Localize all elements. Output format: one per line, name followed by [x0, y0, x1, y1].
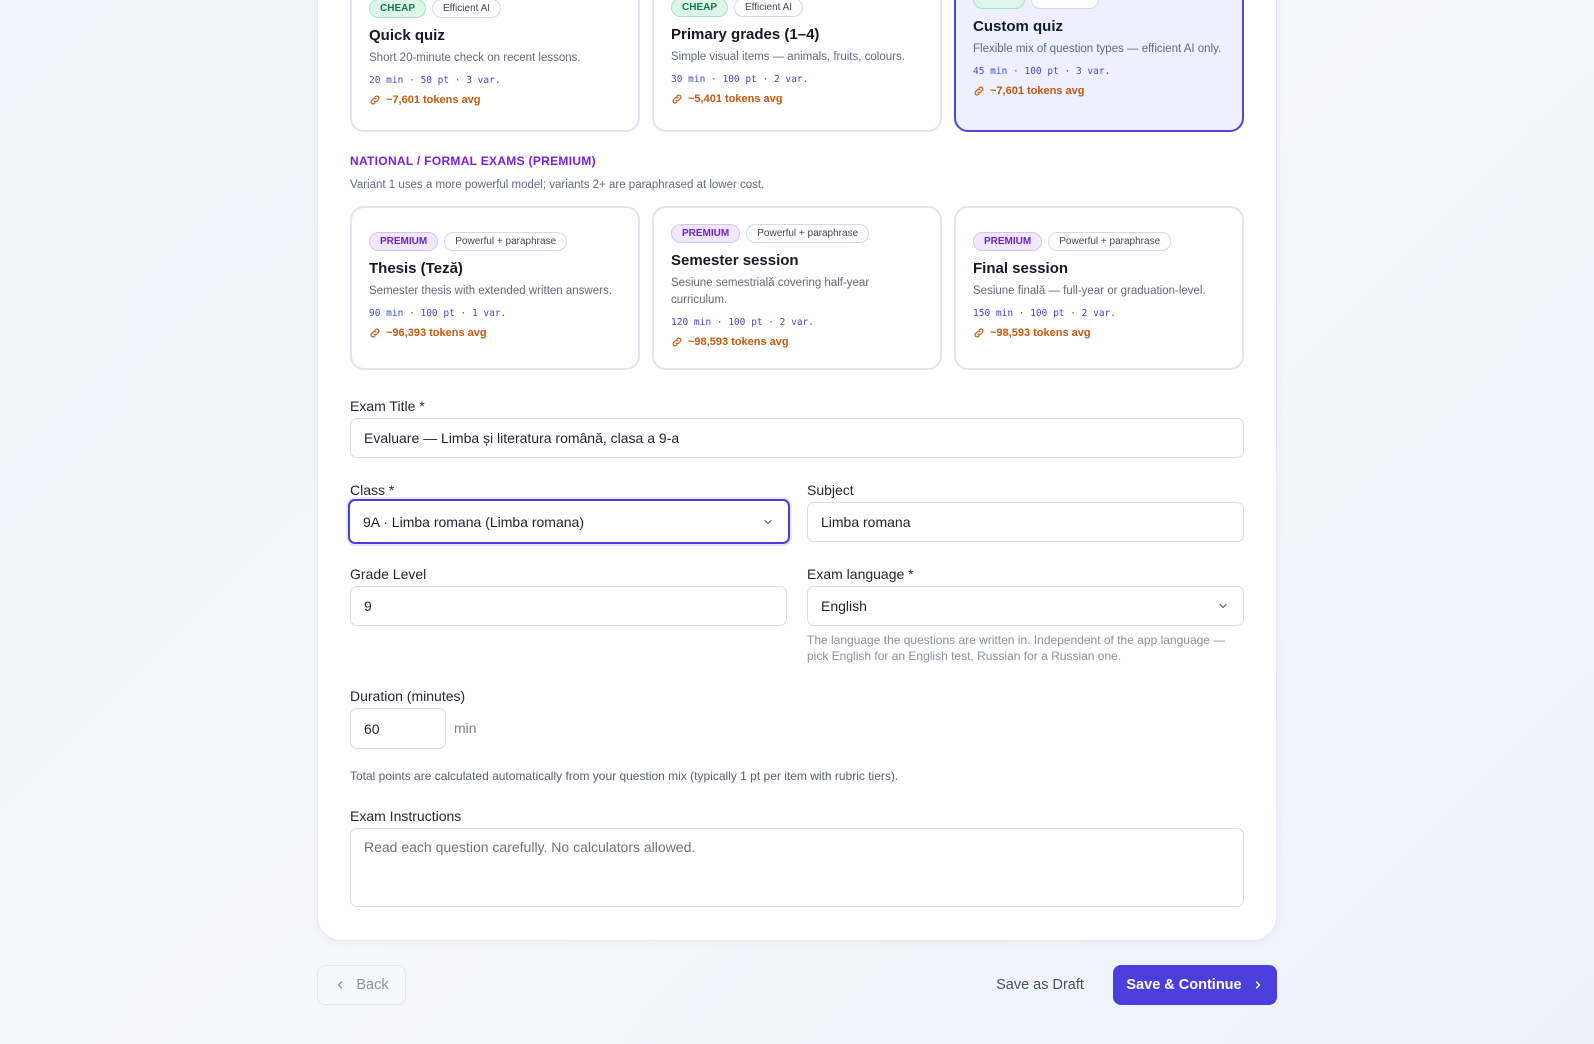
tile-description: Semester thesis with extended written an…: [369, 285, 612, 297]
tile-description: Flexible mix of question types — efficie…: [973, 43, 1222, 55]
premium-badge: PREMIUM: [369, 232, 439, 251]
tile-tokens: ~96,393 tokens avg: [369, 327, 621, 339]
template-tile-thesis[interactable]: PREMIUM Powerful + paraphrase Thesis (Te…: [350, 206, 640, 370]
tile-title: Final session: [973, 260, 1069, 277]
cheap-badge: CHEAP: [671, 0, 729, 17]
tokens-label: ~7,601 tokens avg: [386, 94, 481, 106]
tile-tokens: ~7,601 tokens avg: [973, 85, 1225, 97]
formal-exams-heading: NATIONAL / FORMAL EXAMS (PREMIUM): [350, 154, 596, 168]
tokens-label: ~7,601 tokens avg: [990, 85, 1085, 97]
exam-title-label: Exam Title *: [350, 398, 425, 414]
tile-title: Quick quiz: [369, 27, 445, 44]
save-and-continue-label: Save & Continue: [1126, 977, 1242, 993]
exam-language-hint: The language the questions are written i…: [807, 633, 1226, 663]
template-tile-primary-grades[interactable]: CHEAP Efficient AI Primary grades (1–4) …: [652, 0, 942, 132]
ai-mode-badge: Efficient AI: [432, 0, 502, 18]
link-icon: [672, 94, 682, 104]
tile-meta: 20 min · 50 pt · 3 var.: [369, 75, 501, 86]
tile-description: Simple visual items — animals, fruits, c…: [671, 51, 905, 63]
exam-setup-card: [317, 0, 1277, 941]
ai-mode-badge: Powerful + paraphrase: [746, 224, 870, 243]
exam-language-select[interactable]: English: [807, 586, 1244, 626]
class-select-value: 9A · Limba romana (Limba romana): [363, 513, 584, 530]
tile-meta: 30 min · 100 pt · 2 var.: [671, 74, 809, 85]
duration-label: Duration (minutes): [350, 688, 466, 704]
tile-title: Semester session: [671, 252, 799, 269]
link-icon: [370, 95, 380, 105]
exam-language-label: Exam language *: [807, 566, 914, 582]
tile-title: Custom quiz: [973, 18, 1063, 35]
save-as-draft-button[interactable]: Save as Draft: [985, 965, 1095, 1005]
tile-tokens: ~98,593 tokens avg: [973, 327, 1225, 339]
back-button-label: Back: [356, 977, 389, 993]
exam-language-value: English: [821, 598, 867, 614]
tile-badges-clipped: [973, 0, 1225, 9]
subject-label: Subject: [807, 482, 854, 498]
save-and-continue-button[interactable]: Save & Continue: [1113, 965, 1277, 1005]
link-icon: [974, 328, 984, 338]
cheap-badge: [973, 0, 1025, 9]
tile-meta: 90 min · 100 pt · 1 var.: [369, 308, 507, 319]
ai-mode-badge: Efficient AI: [734, 0, 804, 17]
tile-description: Sesiune semestrială covering half-year c…: [671, 277, 870, 306]
link-icon: [672, 337, 682, 347]
premium-badge: PREMIUM: [973, 232, 1043, 251]
tile-tokens: ~5,401 tokens avg: [671, 93, 923, 105]
tile-title: Primary grades (1–4): [671, 26, 820, 43]
class-select[interactable]: 9A · Limba romana (Limba romana): [348, 499, 790, 544]
chevron-right-icon: [1255, 981, 1260, 989]
ai-mode-badge: Powerful + paraphrase: [1048, 232, 1172, 251]
ai-mode-badge: [1031, 0, 1099, 9]
tokens-label: ~98,593 tokens avg: [990, 327, 1091, 339]
link-icon: [974, 86, 984, 96]
ai-mode-badge: Powerful + paraphrase: [444, 232, 568, 251]
tile-description: Sesiune finală — full-year or graduation…: [973, 285, 1206, 297]
template-tile-custom-quiz[interactable]: Custom quiz Flexible mix of question typ…: [954, 0, 1244, 132]
tile-tokens: ~7,601 tokens avg: [369, 94, 621, 106]
tokens-label: ~5,401 tokens avg: [688, 93, 783, 105]
tile-meta: 120 min · 100 pt · 2 var.: [671, 317, 814, 328]
duration-unit: min: [454, 720, 477, 736]
back-button[interactable]: Back: [317, 965, 406, 1005]
grade-level-label: Grade Level: [350, 566, 427, 582]
exam-title-input[interactable]: Evaluare — Limba și literatura română, c…: [350, 418, 1244, 458]
formal-exams-subtitle: Variant 1 uses a more powerful model; va…: [350, 179, 765, 191]
duration-input[interactable]: 60: [350, 708, 446, 749]
tile-description: Short 20-minute check on recent lessons.: [369, 52, 581, 64]
template-tile-final-session[interactable]: PREMIUM Powerful + paraphrase Final sess…: [954, 206, 1244, 370]
chevron-down-icon: [1219, 603, 1227, 609]
exam-instructions-label: Exam Instructions: [350, 808, 462, 824]
tile-meta: 150 min · 100 pt · 2 var.: [973, 308, 1116, 319]
chevron-left-icon: [338, 981, 343, 989]
chevron-down-icon: [764, 519, 772, 524]
tile-meta: 45 min · 100 pt · 3 var.: [973, 66, 1111, 77]
tile-tokens: ~98,593 tokens avg: [671, 336, 923, 348]
class-label: Class *: [350, 482, 395, 498]
subject-input[interactable]: Limba romana: [807, 502, 1244, 542]
tokens-label: ~96,393 tokens avg: [386, 327, 487, 339]
template-tile-quick-quiz[interactable]: CHEAP Efficient AI Quick quiz Short 20-m…: [350, 0, 640, 132]
exam-instructions-textarea[interactable]: Read each question carefully. No calcula…: [350, 828, 1244, 907]
grade-level-input[interactable]: 9: [350, 586, 787, 626]
premium-badge: PREMIUM: [671, 224, 741, 243]
template-tile-semester-session[interactable]: PREMIUM Powerful + paraphrase Semester s…: [652, 206, 942, 370]
link-icon: [370, 328, 380, 338]
tokens-label: ~98,593 tokens avg: [688, 336, 789, 348]
total-points-note: Total points are calculated automaticall…: [350, 769, 899, 783]
cheap-badge: CHEAP: [369, 0, 427, 18]
tile-title: Thesis (Teză): [369, 260, 463, 277]
